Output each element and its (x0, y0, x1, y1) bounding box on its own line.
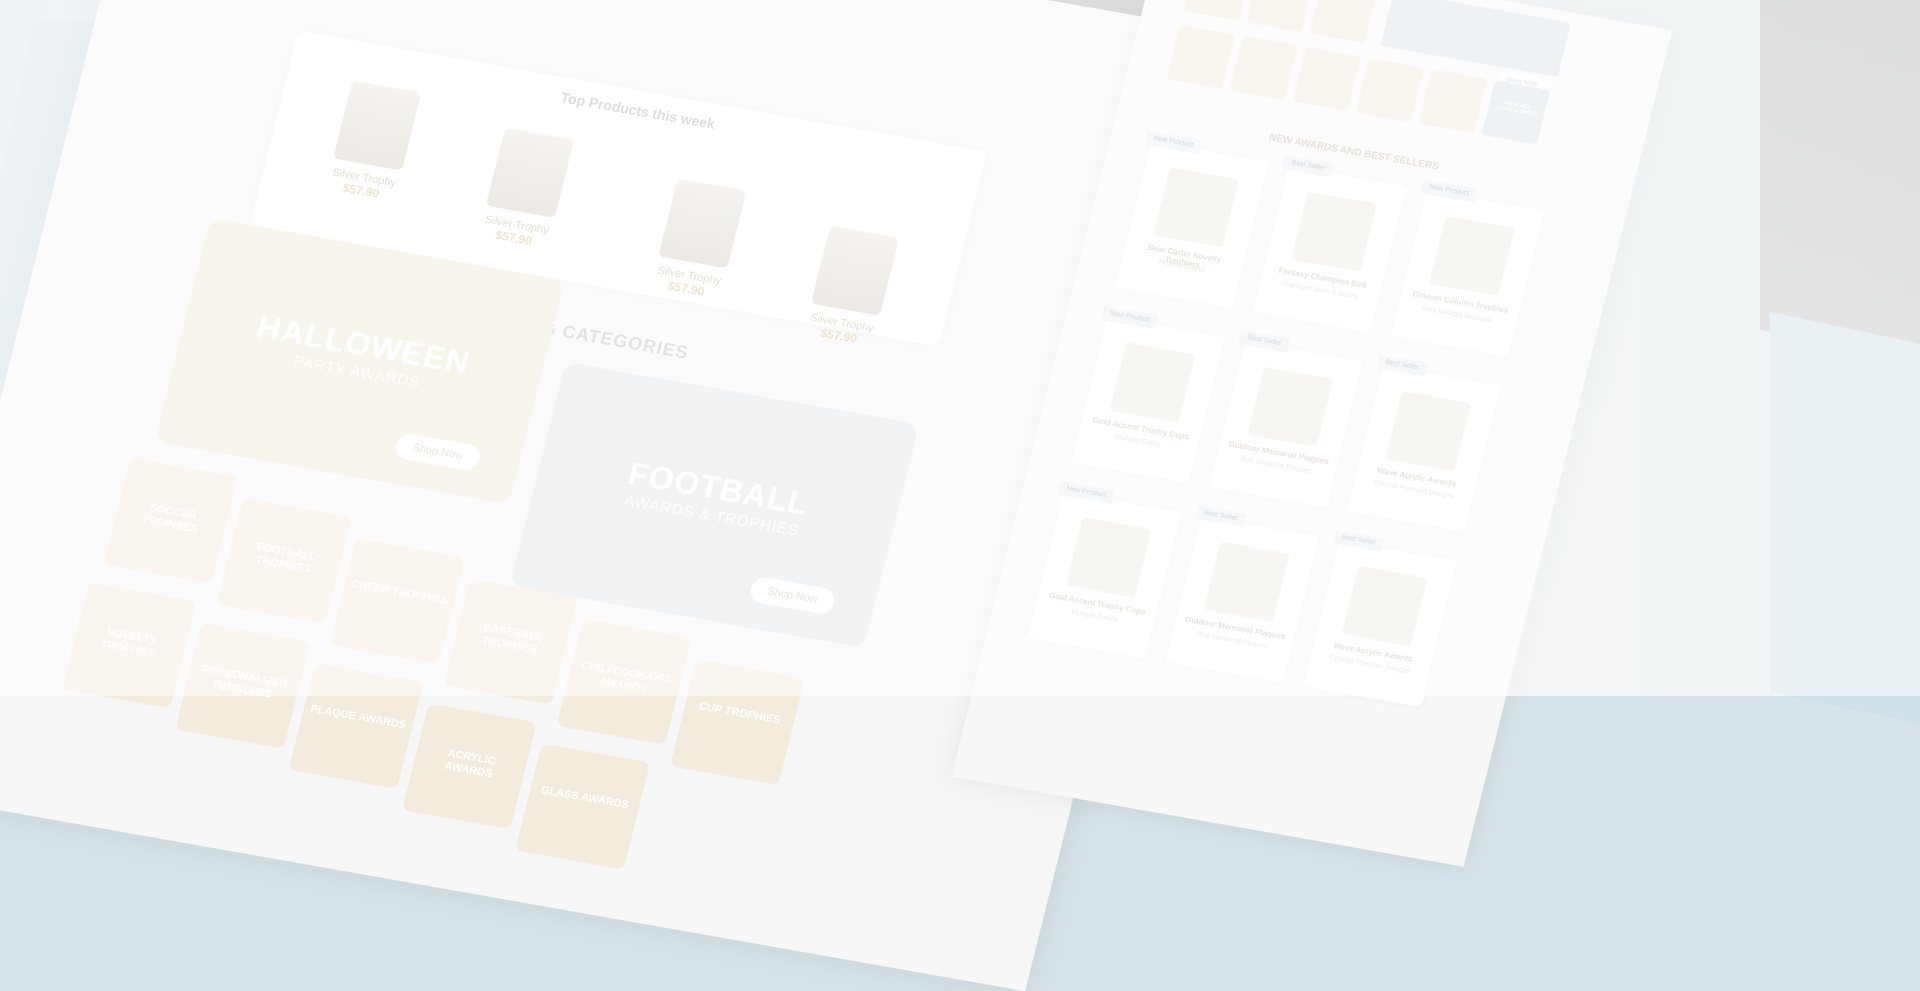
category-label: CUP TROPHIES (697, 700, 782, 727)
trophy-image (333, 80, 422, 171)
category-label: NOVELTY TROPHIES (99, 626, 159, 661)
product-image (1203, 541, 1290, 622)
product-image (1291, 191, 1377, 272)
product-image (1247, 366, 1334, 447)
background-shape-right (1770, 311, 1920, 729)
view-all-label: VIEW ALL CATEGORIES (1496, 100, 1537, 118)
belt-image (658, 178, 747, 269)
product-image (1341, 565, 1428, 647)
category-label: PLAQUE AWARDS (309, 702, 408, 732)
product-card[interactable]: Silver Trophy $57.90 (625, 174, 771, 306)
product-card[interactable]: Silver Trophy $57.90 (300, 76, 446, 208)
product-card[interactable]: Silver Trophy $57.90 (453, 123, 599, 255)
product-card[interactable]: Silver Trophy $57.90 (778, 221, 924, 353)
category-label: CHEER TROPHIES (349, 578, 450, 607)
shop-now-button[interactable]: Shop Now (393, 432, 483, 472)
trophy-image (485, 127, 575, 218)
product-image (1385, 390, 1472, 472)
shop-now-button[interactable]: Shop Now (748, 575, 838, 616)
category-label: SOCCER TROPHIES (140, 502, 199, 536)
category-label: BASEBALL TROPHIES (480, 621, 544, 657)
category-label: FOOTBALL TROPHIES (253, 541, 318, 576)
product-image (1428, 215, 1515, 297)
product-image (1109, 342, 1196, 423)
trophy-image (810, 225, 900, 316)
category-label: PERSONALIZED TUMBLERS (201, 663, 289, 701)
category-label: CHILI COOK-OFF AWARDS (580, 659, 673, 696)
product-image (1153, 167, 1240, 248)
product-image (1065, 517, 1152, 598)
category-label: ACRYLIC AWARDS (443, 747, 497, 781)
category-label: GLASS AWARDS (539, 784, 631, 812)
